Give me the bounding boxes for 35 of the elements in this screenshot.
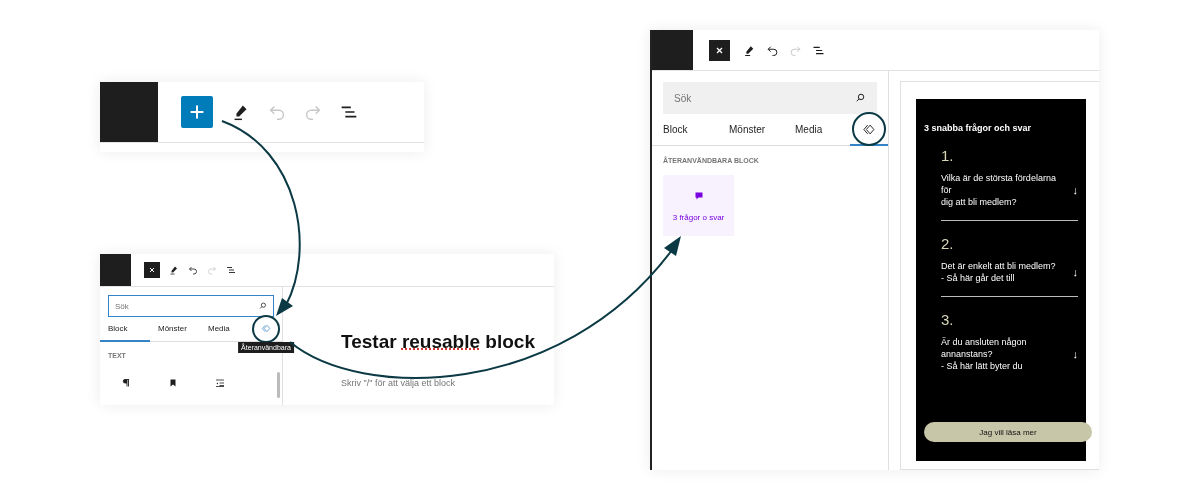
down-arrow: ↓ (1072, 184, 1078, 196)
question-text: Det är enkelt att bli medlem? - Så här går det till (941, 260, 1056, 284)
tab[interactable]: Media (784, 114, 850, 146)
tab[interactable]: Mönster (150, 317, 200, 342)
tab[interactable]: Mönster (718, 114, 784, 146)
tab[interactable]: Block (100, 317, 150, 342)
scrollbar[interactable] (277, 372, 280, 398)
close-button[interactable] (144, 262, 160, 278)
redo-icon (206, 264, 218, 276)
down-arrow: ↓ (1072, 266, 1078, 278)
down-arrow: ↓ (1072, 348, 1078, 360)
pilcrow-icon (120, 377, 132, 389)
site-logo-block (100, 82, 158, 142)
question-number: 3. (941, 311, 955, 328)
question-number: 1. (941, 147, 955, 164)
undo-icon (187, 264, 199, 276)
tab[interactable]: Block (652, 114, 718, 146)
question-number: 2. (941, 235, 955, 252)
search-field[interactable]: Sök (108, 295, 274, 317)
post-title: Testar reusable block (341, 331, 536, 353)
faq-title: 3 snabba frågor och svar (924, 123, 1033, 133)
pen-icon (168, 264, 180, 276)
read-more-button[interactable]: Jag vill läsa mer (924, 422, 1092, 442)
search-field[interactable]: Sök (663, 82, 877, 114)
question-text: Är du ansluten någon annanstans? - Så här lätt byter du (941, 336, 1027, 372)
search-icon (258, 301, 268, 311)
hint-text: Skriv "/" för att välja ett block (341, 378, 456, 388)
list-icon (214, 377, 226, 389)
list-view-icon (225, 264, 237, 276)
question-text: Vilka är de största fördelarna för dig att bli medlem? (941, 172, 1056, 208)
reusable-block-item[interactable]: 3 frågor o svar (663, 175, 734, 236)
close-button[interactable] (709, 39, 730, 61)
add-block-button[interactable] (181, 96, 213, 128)
reusable-block-icon (260, 323, 272, 334)
site-logo-block (100, 254, 131, 286)
